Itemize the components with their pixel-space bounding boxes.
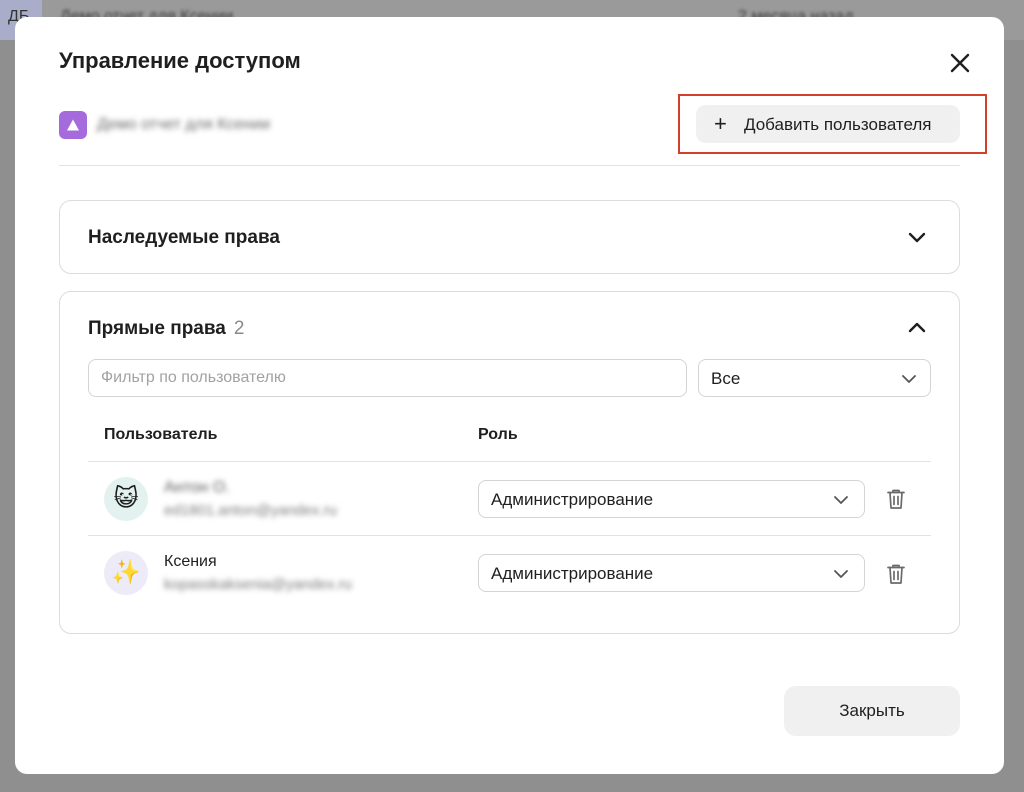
dialog-title: Управление доступом bbox=[59, 48, 301, 73]
shared-object: Демо отчет для Ксении bbox=[59, 111, 459, 139]
column-header-user: Пользователь bbox=[104, 426, 218, 443]
chevron-up-icon[interactable] bbox=[905, 316, 929, 340]
direct-rights-title-text: Прямые права bbox=[88, 318, 226, 339]
user-email: ed1801.anton@yandex.ru bbox=[164, 502, 337, 519]
direct-rights-count: 2 bbox=[233, 318, 245, 339]
report-icon bbox=[59, 111, 87, 139]
close-button[interactable]: Закрыть bbox=[784, 686, 960, 736]
close-icon[interactable] bbox=[945, 48, 975, 78]
trash-icon[interactable] bbox=[885, 487, 907, 511]
chevron-down-icon[interactable] bbox=[905, 225, 929, 249]
trash-icon[interactable] bbox=[885, 562, 907, 586]
role-select-value: Администрирование bbox=[491, 490, 654, 509]
inherited-rights-section[interactable]: Наследуемые права bbox=[59, 200, 960, 274]
avatar: 😺 bbox=[104, 477, 148, 521]
avatar: ✨ bbox=[104, 551, 148, 595]
header-divider bbox=[59, 165, 960, 166]
direct-rights-title: Прямые права 2 bbox=[88, 318, 244, 340]
user-name: Ксения bbox=[164, 553, 217, 570]
add-user-button[interactable]: + Добавить пользователя bbox=[696, 105, 960, 143]
chevron-down-icon bbox=[834, 496, 848, 504]
plus-icon: + bbox=[714, 111, 727, 136]
table-divider bbox=[88, 461, 931, 462]
chevron-down-icon bbox=[902, 375, 916, 383]
user-email: kopasskaksenia@yandex.ru bbox=[164, 576, 352, 593]
object-name: Демо отчет для Ксении bbox=[97, 116, 271, 133]
direct-rights-section: Прямые права 2 Все Пользователь Роль 😺 Ан… bbox=[59, 291, 960, 634]
user-name: Антон О. bbox=[164, 479, 230, 496]
role-select[interactable]: Администрирование bbox=[478, 554, 865, 592]
chevron-down-icon bbox=[834, 570, 848, 578]
scope-select-value: Все bbox=[711, 369, 741, 388]
access-management-dialog: Управление доступом Демо отчет для Ксени… bbox=[15, 17, 1004, 774]
add-user-label: Добавить пользователя bbox=[744, 115, 932, 134]
role-select[interactable]: Администрирование bbox=[478, 480, 865, 518]
role-select-value: Администрирование bbox=[491, 564, 654, 583]
inherited-rights-title: Наследуемые права bbox=[88, 227, 280, 248]
column-header-role: Роль bbox=[478, 426, 518, 443]
scope-select[interactable]: Все bbox=[698, 359, 931, 397]
user-filter-input[interactable] bbox=[88, 359, 687, 397]
table-divider bbox=[88, 535, 931, 536]
